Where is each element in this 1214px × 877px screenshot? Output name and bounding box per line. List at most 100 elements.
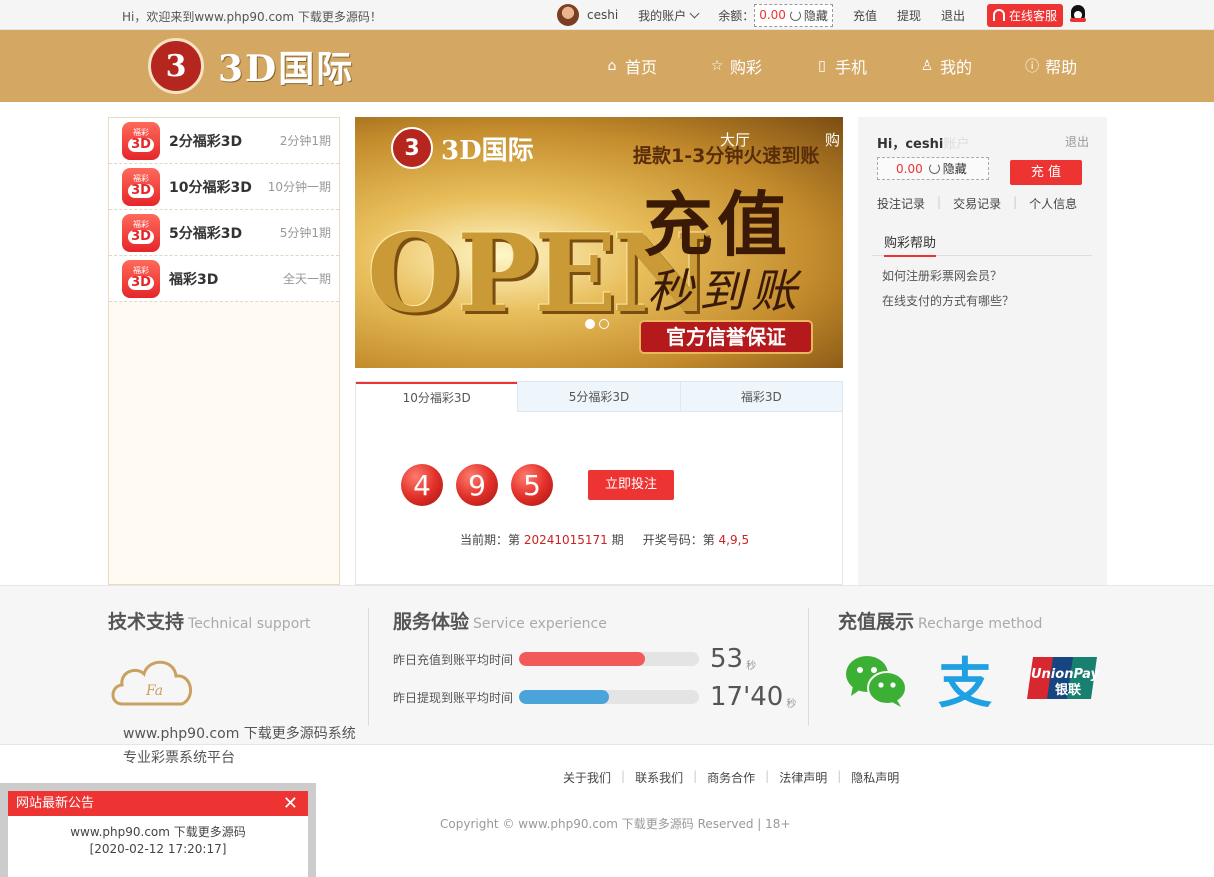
user-greeting-overlap: 账户 — [943, 137, 970, 152]
username[interactable]: ceshi — [587, 8, 618, 22]
user-icon: ♙ — [920, 58, 934, 74]
nav-mobile[interactable]: ▯ 手机 — [814, 54, 867, 78]
svg-text:支: 支 — [938, 654, 992, 708]
lottery-icon: 福彩 3D — [122, 213, 160, 252]
footer-link-business[interactable]: 商务合作 — [707, 769, 755, 786]
tech-support-line: 专业彩票系统平台 — [123, 750, 235, 766]
unionpay-icon: UnionPay 银联 — [1027, 657, 1099, 699]
footer-link-contact[interactable]: 联系我们 — [635, 769, 683, 786]
svg-text:Fa: Fa — [145, 683, 163, 699]
nav-mobile-label: 手机 — [835, 58, 868, 77]
lottery-name: 10分福彩3D — [169, 179, 252, 196]
footer-link-legal[interactable]: 法律声明 — [779, 769, 827, 786]
alipay-icon: 支 — [938, 654, 992, 708]
lottery-item[interactable]: 福彩 3D 10分福彩3D 10分钟一期 — [109, 164, 339, 210]
lottery-name: 2分福彩3D — [169, 133, 243, 150]
notice-text[interactable]: www.php90.com 下载更多源码 — [8, 824, 308, 841]
refresh-icon[interactable] — [789, 9, 801, 21]
lottery-icon: 福彩 3D — [122, 121, 160, 160]
banner-subtitle: 提款1-3分钟火速到账 — [633, 145, 820, 167]
home-icon: ⌂ — [607, 58, 617, 74]
progress-track — [519, 652, 699, 666]
divider — [808, 608, 809, 726]
lottery-item[interactable]: 福彩 3D 福彩3D 全天一期 — [109, 256, 339, 302]
site-header: 3 3D国际 ⌂ 首页 ☆ 购彩 ▯ 手机 ♙ 我的 ⓘ 帮助 — [0, 30, 1214, 102]
recharge-time-row: 昨日充值到账平均时间 53 秒 — [393, 644, 756, 674]
banner-headline-2: 秒到账 — [647, 264, 803, 318]
notice-popup: 网站最新公告 ✕ www.php90.com 下载更多源码 [2020-02-1… — [0, 783, 316, 877]
avatar[interactable] — [557, 4, 579, 26]
profile-link[interactable]: 个人信息 — [1029, 195, 1077, 212]
online-service-button[interactable]: 在线客服 — [986, 3, 1063, 27]
top-bar: Hi，欢迎来到www.php90.com 下载更多源码！ ceshi 我的账户 … — [0, 0, 1214, 30]
footer-link-about[interactable]: 关于我们 — [563, 769, 611, 786]
balance-box: 0.00 隐藏 — [754, 3, 833, 27]
banner-ribbon: 官方信誉保证 — [641, 322, 811, 352]
cloud-logo-icon: Fa — [111, 660, 192, 706]
online-service-label: 在线客服 — [1008, 8, 1057, 23]
help-question-link[interactable]: 在线支付的方式有哪些？ — [882, 292, 1014, 309]
draw-balls: 4 9 5 — [401, 464, 566, 506]
lottery-name: 福彩3D — [169, 271, 219, 288]
panel-logout-link[interactable]: 退出 — [1065, 133, 1089, 150]
issue-number: 20241015171 — [523, 533, 608, 547]
bet-now-button[interactable]: 立即投注 — [588, 470, 674, 500]
phone-icon: ▯ — [818, 58, 826, 74]
close-icon[interactable]: ✕ — [283, 791, 298, 816]
panel-recharge-button[interactable]: 充 值 — [1010, 160, 1082, 185]
tab-5min[interactable]: 5分福彩3D — [517, 382, 680, 412]
main-nav: ⌂ 首页 ☆ 购彩 ▯ 手机 ♙ 我的 ⓘ 帮助 — [604, 30, 1078, 102]
tech-support-line: www.php90.com 下载更多源码系统 — [123, 726, 356, 742]
tab-daily[interactable]: 福彩3D — [679, 382, 842, 412]
progress-track — [519, 690, 699, 704]
chevron-down-icon — [689, 8, 700, 18]
draw-label: 开奖号码：第 — [642, 533, 719, 547]
svg-text:银联: 银联 — [1055, 682, 1081, 698]
notice-date: [2020-02-12 17:20:17] — [89, 842, 227, 856]
user-panel: Hi，ceshi账户 退出 0.00 隐藏 充 值 投注记录 | 交易记录 | 个人… — [858, 117, 1107, 585]
lottery-item[interactable]: 福彩 3D 5分福彩3D 5分钟1期 — [109, 210, 339, 256]
promo-banner[interactable]: OPEN 3 3D国际 大厅 购 提款1-3分钟火速到账 充值 秒到账 官方信誉… — [355, 117, 843, 368]
tech-support-title: 技术支持 Technical support — [108, 611, 311, 633]
banner-dot[interactable] — [585, 319, 595, 329]
nav-mine[interactable]: ♙ 我的 — [919, 54, 972, 78]
panel-hide-link[interactable]: 隐藏 — [943, 160, 967, 177]
panel-links: 投注记录 | 交易记录 | 个人信息 — [877, 195, 1078, 212]
notice-title: 网站最新公告 — [16, 796, 95, 811]
logout-link[interactable]: 退出 — [941, 7, 965, 24]
nav-help[interactable]: ⓘ 帮助 — [1024, 54, 1077, 78]
refresh-icon[interactable] — [928, 163, 940, 174]
recharge-link[interactable]: 充值 — [853, 7, 877, 24]
hide-balance-link[interactable]: 隐藏 — [804, 7, 828, 24]
withdraw-time-label: 昨日提现到账平均时间 — [393, 690, 514, 705]
banner-logo: 3 3D国际 — [391, 127, 534, 169]
top-bar-right: ceshi 我的账户 余额： 0.00 隐藏 充值 提现 退出 在线客服 — [557, 3, 1087, 27]
help-question-link[interactable]: 如何注册彩票网会员？ — [882, 267, 1002, 284]
divider — [368, 608, 369, 726]
recharge-method-title: 充值展示 Recharge method — [838, 611, 1043, 633]
lottery-list: 福彩 3D 2分福彩3D 2分钟1期 福彩 3D 10分福彩3D 10分钟一期 福彩… — [108, 117, 340, 585]
footer-links: 关于我们 | 联系我们 | 商务合作 | 法律声明 | 隐私声明 — [563, 769, 900, 786]
logo-text: 3D国际 — [218, 48, 355, 90]
banner-dot[interactable] — [599, 319, 609, 329]
tab-10min[interactable]: 10分福彩3D — [356, 382, 518, 412]
nav-buy[interactable]: ☆ 购彩 — [709, 54, 762, 78]
nav-home[interactable]: ⌂ 首页 — [604, 54, 657, 78]
qq-icon[interactable] — [1069, 5, 1087, 25]
service-band: 技术支持 Technical support Fa www.php90.com 下… — [0, 585, 1214, 766]
lottery-item[interactable]: 福彩 3D 2分福彩3D 2分钟1期 — [109, 118, 339, 164]
balance-label: 余额： — [718, 8, 755, 23]
site-logo[interactable]: 3 3D国际 — [148, 38, 354, 94]
transaction-records-link[interactable]: 交易记录 — [953, 195, 1001, 212]
issue-label: 当前期：第 — [460, 533, 524, 547]
bet-records-link[interactable]: 投注记录 — [877, 195, 925, 212]
nav-mine-label: 我的 — [940, 58, 973, 77]
recharge-time-label: 昨日充值到账平均时间 — [393, 652, 514, 667]
withdraw-link[interactable]: 提现 — [897, 7, 921, 24]
help-section-title: 购彩帮助 — [872, 232, 1092, 257]
lottery-name: 5分福彩3D — [169, 225, 243, 242]
copyright: Copyright © www.php90.com 下载更多源码 Reserve… — [440, 817, 791, 831]
my-account-menu[interactable]: 我的账户 — [638, 7, 700, 24]
withdraw-time-bar — [519, 690, 609, 704]
footer-link-privacy[interactable]: 隐私声明 — [851, 769, 899, 786]
